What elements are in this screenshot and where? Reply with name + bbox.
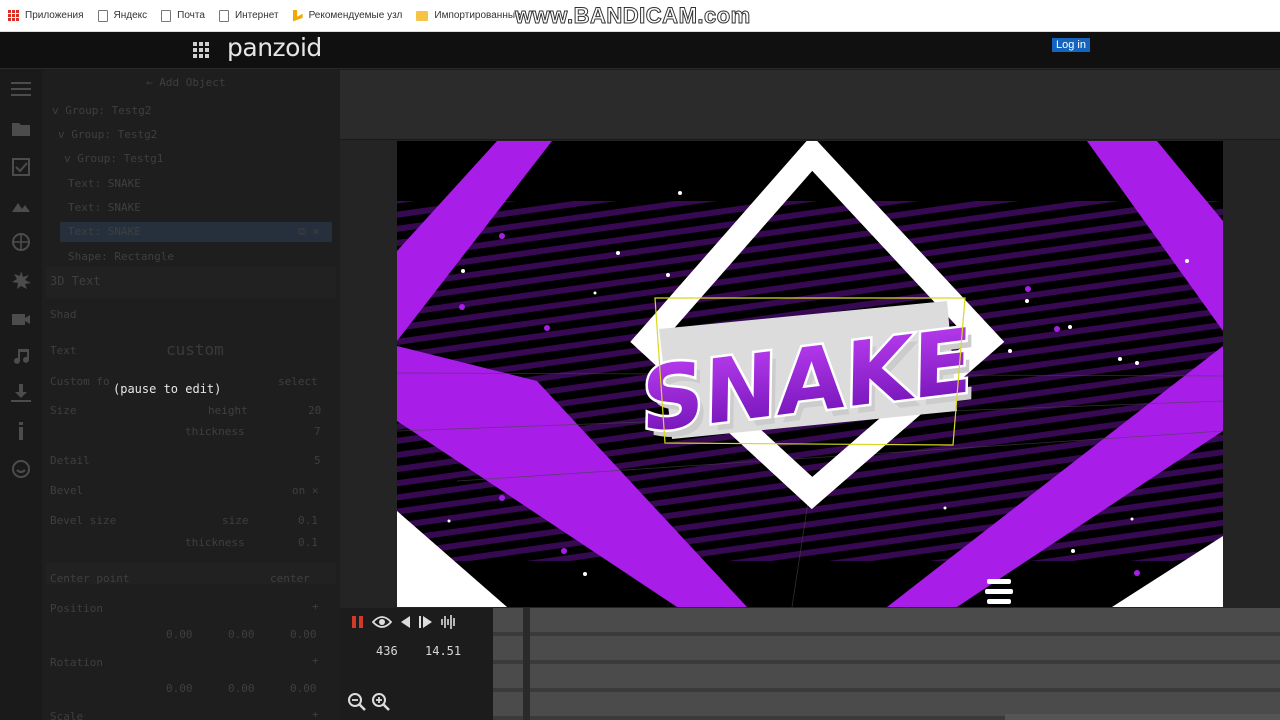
playhead[interactable]	[523, 608, 530, 720]
download-icon[interactable]	[11, 384, 31, 402]
height-value[interactable]: 20	[308, 404, 321, 417]
bookmark-yandex[interactable]: Яндекс	[97, 9, 148, 22]
lower-stripe-element	[985, 579, 1013, 604]
center-select[interactable]: center	[270, 572, 310, 585]
field-label: Center point	[50, 572, 130, 585]
tool-rail	[0, 70, 42, 720]
bookmark-label: Почта	[177, 10, 205, 21]
panzoid-logo[interactable]: panzoid	[227, 33, 322, 62]
copy-icon[interactable]: ⧉ ✕	[298, 225, 319, 239]
field-label: Bevel size	[50, 514, 117, 527]
pause-to-edit-notice: (pause to edit)	[113, 382, 222, 396]
tree-item[interactable]: Text: SNAKE	[68, 177, 141, 190]
add-keyframe-icon[interactable]: +	[312, 654, 319, 667]
timeline-track[interactable]	[493, 608, 1280, 632]
eye-icon[interactable]	[372, 613, 392, 631]
image-icon[interactable]	[11, 196, 31, 214]
rotation-y[interactable]: 0.00	[228, 682, 255, 695]
login-button[interactable]: Log in	[1052, 38, 1090, 52]
tree-item[interactable]: v Group: Testg2	[52, 104, 151, 117]
field-label: Text	[50, 344, 77, 357]
bookmark-label: Рекомендуемые узл	[308, 10, 403, 21]
play-next-icon[interactable]	[418, 613, 434, 631]
pause-icon[interactable]	[350, 613, 366, 631]
preview-scene: SNAKE SNAKE	[397, 141, 1223, 607]
field-label: height	[208, 404, 248, 417]
bevel-size-value[interactable]: 0.1	[298, 514, 318, 527]
field-label: Custom fo	[50, 375, 110, 388]
detail-value[interactable]: 5	[314, 454, 321, 467]
music-icon[interactable]	[11, 347, 31, 365]
burst-icon[interactable]	[11, 271, 31, 289]
folder-icon[interactable]	[11, 120, 31, 138]
add-keyframe-icon[interactable]: +	[312, 600, 319, 613]
add-keyframe-icon[interactable]: +	[312, 708, 319, 720]
bandicam-watermark: www.BANDICAM.com	[515, 3, 751, 29]
section-title: 3D Text	[50, 274, 101, 288]
bevel-thickness-value[interactable]: 0.1	[298, 536, 318, 549]
preview-toolbar	[340, 70, 1280, 140]
position-x[interactable]: 0.00	[166, 628, 193, 641]
bookmark-recommended[interactable]: Рекомендуемые узл	[292, 9, 403, 22]
frame-counter: 436	[376, 644, 398, 658]
info-icon[interactable]	[11, 422, 31, 440]
rotation-x[interactable]: 0.00	[166, 682, 193, 695]
smiley-icon[interactable]	[11, 460, 31, 478]
timeline-tracks[interactable]	[493, 608, 1280, 720]
field-label: Bevel	[50, 484, 84, 497]
timeline-scrollbar[interactable]	[1005, 714, 1280, 720]
menu-icon[interactable]	[11, 80, 31, 98]
field-label: thickness	[185, 425, 245, 438]
field-label: size	[222, 514, 249, 527]
bookmark-label: Импортированные	[434, 10, 521, 21]
font-select-button[interactable]: select	[278, 375, 318, 388]
bing-icon	[292, 9, 303, 22]
position-z[interactable]: 0.00	[290, 628, 317, 641]
previous-icon[interactable]	[398, 613, 412, 631]
bookmark-label: Яндекс	[113, 10, 148, 21]
tree-item[interactable]: v Group: Testg2	[58, 128, 157, 141]
position-y[interactable]: 0.00	[228, 628, 255, 641]
field-label: Position	[50, 602, 103, 615]
bookmark-internet[interactable]: Интернет	[218, 9, 279, 22]
checkbox-icon[interactable]	[11, 158, 31, 176]
tree-item[interactable]: Text: SNAKE	[68, 201, 141, 214]
camera-icon[interactable]	[11, 310, 31, 328]
field-label: Scale	[50, 710, 84, 720]
timeline-track[interactable]	[493, 692, 1280, 716]
bookmark-imported[interactable]: Импортированные	[416, 10, 521, 21]
page-icon	[97, 9, 108, 22]
bookmark-label: Интернет	[234, 10, 279, 21]
apps-grid-icon	[8, 10, 19, 21]
field-label: Size	[50, 404, 77, 417]
bookmark-apps[interactable]: Приложения	[8, 10, 84, 21]
bookmark-label: Приложения	[25, 10, 84, 21]
preview-canvas[interactable]: SNAKE SNAKE	[397, 141, 1223, 607]
add-object-button[interactable]: ← Add Object	[146, 76, 225, 89]
field-label: Rotation	[50, 656, 103, 669]
waveform-icon[interactable]	[440, 613, 458, 631]
folder-icon	[416, 10, 429, 21]
zoom-out-icon[interactable]	[347, 692, 367, 712]
globe-icon[interactable]	[11, 233, 31, 251]
field-label: Detail	[50, 454, 90, 467]
timeline-track[interactable]	[493, 664, 1280, 688]
page-icon	[218, 9, 229, 22]
zoom-in-icon[interactable]	[371, 692, 391, 712]
field-label: Shad	[50, 308, 77, 321]
bookmark-mail[interactable]: Почта	[161, 9, 205, 22]
apps-menu-icon[interactable]	[193, 42, 209, 58]
text-value-field[interactable]: custom	[166, 340, 224, 359]
rotation-z[interactable]: 0.00	[290, 682, 317, 695]
thickness-value[interactable]: 7	[314, 425, 321, 438]
field-label: thickness	[185, 536, 245, 549]
tree-item-selected[interactable]: Text: SNAKE	[68, 225, 141, 238]
playback-controls	[350, 612, 464, 632]
tree-item[interactable]: Shape: Rectangle	[68, 250, 174, 263]
time-counter: 14.51	[425, 644, 462, 658]
tree-item[interactable]: v Group: Testg1	[64, 152, 163, 165]
bevel-toggle[interactable]: on ✕	[292, 484, 319, 497]
timeline-track[interactable]	[493, 636, 1280, 660]
page-icon	[161, 9, 172, 22]
